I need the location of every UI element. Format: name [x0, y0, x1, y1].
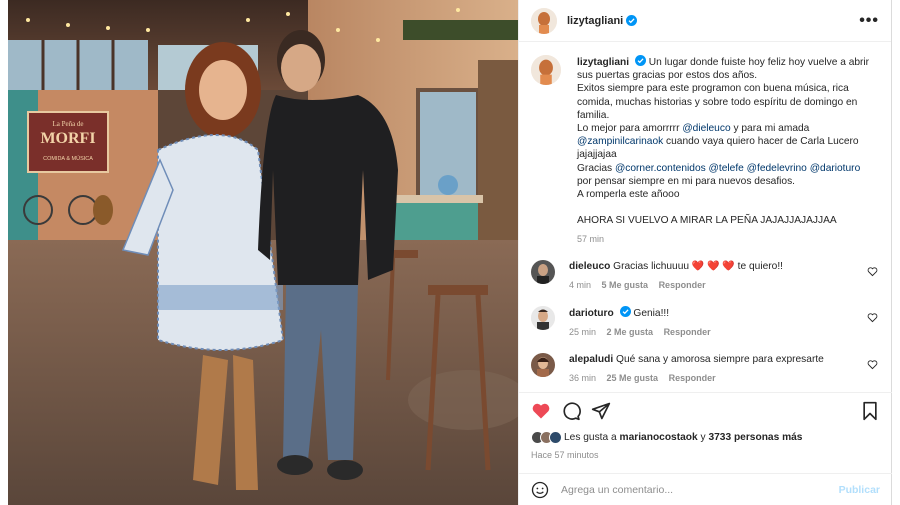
- caption-line-5-end: por pensar siempre en mi para nuevos des…: [577, 175, 796, 187]
- publish-button[interactable]: Publicar: [839, 484, 880, 496]
- post-panel: lizytagliani ••• lizytagliani Un lugar d…: [518, 0, 892, 505]
- heart-emoji: ❤️ ❤️ ❤️: [691, 260, 735, 272]
- comment-meta: 36 min 25 Me gusta Responder: [569, 372, 849, 385]
- likes-middle: y: [700, 432, 706, 443]
- commenter-username[interactable]: alepaludi: [569, 354, 613, 365]
- comment-body: alepaludi Qué sana y amorosa siempre par…: [569, 353, 849, 385]
- mention-corner-contenidos[interactable]: @corner.contenidos: [615, 163, 706, 174]
- like-comment-icon[interactable]: [867, 312, 878, 323]
- comments-scroll-area[interactable]: lizytagliani Un lugar donde fuiste hoy f…: [519, 43, 892, 391]
- mention-dieleuco[interactable]: @dieleuco: [682, 123, 730, 134]
- caption-line-6: A romperla este añooo: [577, 189, 680, 201]
- post-actions-bar: [519, 392, 892, 429]
- send-icon[interactable]: [591, 401, 611, 421]
- caption-line-2: Exitos siempre para este programon con b…: [577, 83, 858, 121]
- sign-line1: La Peña de: [52, 120, 83, 128]
- comment-text: Qué sana y amorosa siempre para expresar…: [616, 353, 824, 365]
- comment-item: alepaludi Qué sana y amorosa siempre par…: [531, 352, 880, 385]
- comment-text: Genia!!!: [633, 307, 670, 319]
- comment-body: dieleuco Gracias lichuuuu ❤️ ❤️ ❤️ te qu…: [569, 260, 849, 292]
- commenter-username[interactable]: darioturo: [569, 308, 614, 319]
- comment-body: darioturo Genia!!! 25 min 2 Me gusta Res…: [569, 305, 849, 339]
- verified-badge-icon: [634, 55, 646, 66]
- mention-telefe[interactable]: @telefe: [709, 163, 744, 174]
- verified-badge-icon: [626, 15, 638, 26]
- sign-line2: MORFI: [40, 130, 95, 147]
- verified-badge-icon: [619, 305, 631, 317]
- bookmark-icon[interactable]: [860, 401, 880, 421]
- reply-button[interactable]: Responder: [659, 280, 706, 290]
- sign-line3: COMIDA & MÚSICA: [43, 155, 93, 162]
- comment-meta: 4 min 5 Me gusta Responder: [569, 279, 849, 292]
- instagram-post-window: La Peña de MORFI COMIDA & MÚSICA lizytag…: [0, 0, 900, 505]
- caption-line-3: Lo mejor para amorrrrr: [577, 123, 683, 135]
- comment-text-end: te quiero!!: [737, 260, 783, 272]
- mention-darioturo[interactable]: @darioturo: [810, 163, 861, 174]
- comment-likes[interactable]: 25 Me gusta: [607, 373, 659, 383]
- add-comment-bar: Publicar: [519, 473, 892, 505]
- comment-time: 25 min: [569, 326, 597, 337]
- comment-likes[interactable]: 2 Me gusta: [607, 327, 654, 337]
- comment-meta: 25 min 2 Me gusta Responder: [569, 326, 849, 339]
- reply-button[interactable]: Responder: [669, 373, 716, 383]
- post-header: lizytagliani •••: [519, 0, 891, 42]
- caption-spacer: [577, 201, 877, 214]
- like-comment-icon[interactable]: [867, 266, 878, 277]
- comment-likes[interactable]: 5 Me gusta: [602, 280, 649, 290]
- liker-avatars: [531, 431, 562, 444]
- mention-fedelevrino[interactable]: @fedelevrino: [747, 163, 807, 174]
- commenter-avatar[interactable]: [531, 352, 555, 377]
- caption-line-3-end: y para mi amada: [730, 123, 810, 135]
- caption-avatar[interactable]: [531, 55, 561, 85]
- comment-item: darioturo Genia!!! 25 min 2 Me gusta Res…: [531, 305, 880, 339]
- comment-input[interactable]: [561, 483, 821, 496]
- caption-username[interactable]: lizytagliani: [577, 57, 629, 68]
- comment-item: dieleuco Gracias lichuuuu ❤️ ❤️ ❤️ te qu…: [531, 259, 880, 292]
- comment-time: 36 min: [569, 372, 597, 383]
- comment-time: 4 min: [569, 279, 592, 290]
- post-image: La Peña de MORFI COMIDA & MÚSICA: [8, 0, 518, 505]
- page-edge: [892, 0, 900, 505]
- heart-filled-icon[interactable]: [531, 401, 551, 421]
- post-photo[interactable]: La Peña de MORFI COMIDA & MÚSICA: [8, 0, 518, 505]
- comment-icon[interactable]: [561, 401, 581, 421]
- more-options-button[interactable]: •••: [859, 12, 879, 28]
- commenter-username[interactable]: dieleuco: [569, 261, 610, 272]
- commenter-avatar[interactable]: [531, 305, 555, 330]
- likes-user[interactable]: marianocostaok: [620, 432, 698, 443]
- author-username[interactable]: lizytagliani: [567, 15, 623, 27]
- post-time-ago: Hace 57 minutos: [531, 450, 599, 460]
- likes-summary: Les gusta a marianocostaok y 3733 person…: [531, 431, 802, 444]
- emoji-icon[interactable]: [531, 481, 549, 499]
- likes-prefix: Les gusta a: [564, 432, 617, 443]
- author-avatar[interactable]: [531, 7, 557, 34]
- mention-zampinilcarinaok[interactable]: @zampinilcarinaok: [577, 136, 663, 147]
- comment-text: Gracias lichuuuu: [613, 260, 690, 272]
- likes-count[interactable]: 3733 personas más: [708, 432, 802, 443]
- caption-line-5: Gracias: [577, 162, 615, 174]
- caption: lizytagliani Un lugar donde fuiste hoy f…: [531, 55, 880, 246]
- like-comment-icon[interactable]: [867, 359, 878, 370]
- caption-time: 57 min: [577, 233, 605, 244]
- caption-line-7: AHORA SI VUELVO A MIRAR LA PEÑA JAJAJJAJ…: [577, 215, 837, 227]
- caption-text: lizytagliani Un lugar donde fuiste hoy f…: [577, 55, 877, 246]
- commenter-avatar[interactable]: [531, 259, 555, 284]
- reply-button[interactable]: Responder: [664, 327, 711, 337]
